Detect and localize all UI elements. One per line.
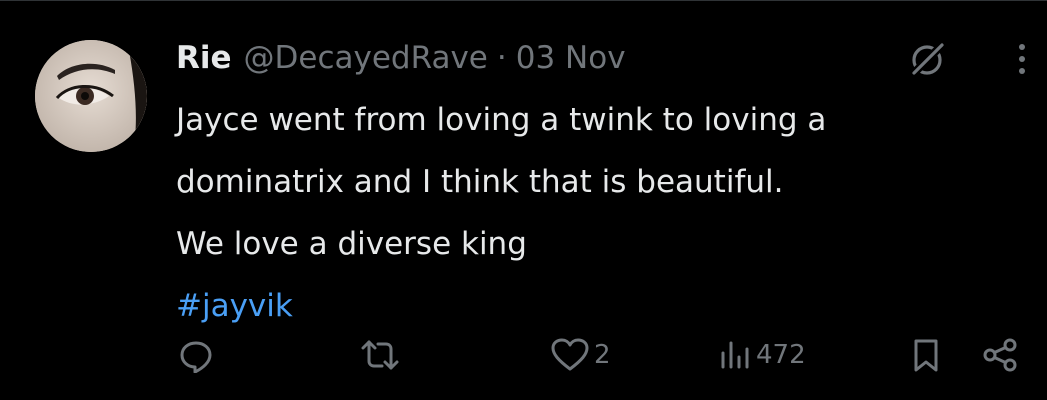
more-icon[interactable] [1010, 40, 1034, 80]
avatar[interactable] [35, 40, 147, 152]
share-button[interactable] [980, 330, 1020, 380]
retweet-icon [361, 340, 399, 370]
tweet-text-line: Jayce went from loving a twink to loving… [176, 102, 827, 138]
reply-icon [180, 341, 212, 373]
action-bar: 2 472 [0, 330, 1047, 380]
like-count: 2 [594, 340, 611, 370]
views-count: 472 [756, 340, 806, 370]
retweet-button[interactable] [358, 330, 406, 380]
display-name[interactable]: Rie [176, 40, 232, 76]
grok-icon[interactable] [905, 38, 949, 82]
tweet-text-line: dominatrix and I think that is beautiful… [176, 164, 784, 200]
reply-button[interactable] [178, 330, 218, 380]
tweet-date[interactable]: 03 Nov [516, 40, 626, 76]
views-icon [721, 341, 749, 369]
tweet-text: Jayce went from loving a twink to loving… [176, 89, 1026, 337]
hashtag-link[interactable]: #jayvik [176, 275, 1026, 337]
like-button[interactable]: 2 [550, 330, 611, 380]
user-handle[interactable]: @DecayedRave [244, 40, 488, 76]
avatar-image [35, 40, 147, 152]
bookmark-icon [914, 339, 938, 372]
top-divider [0, 0, 1047, 1]
views-button[interactable]: 472 [718, 330, 806, 380]
like-icon [551, 338, 589, 371]
share-icon [983, 338, 1017, 372]
tweet-header: Rie @DecayedRave · 03 Nov [176, 36, 626, 80]
bookmark-button[interactable] [910, 330, 942, 380]
tweet-text-line: We love a diverse king [176, 226, 527, 262]
header-separator: · [496, 40, 507, 76]
